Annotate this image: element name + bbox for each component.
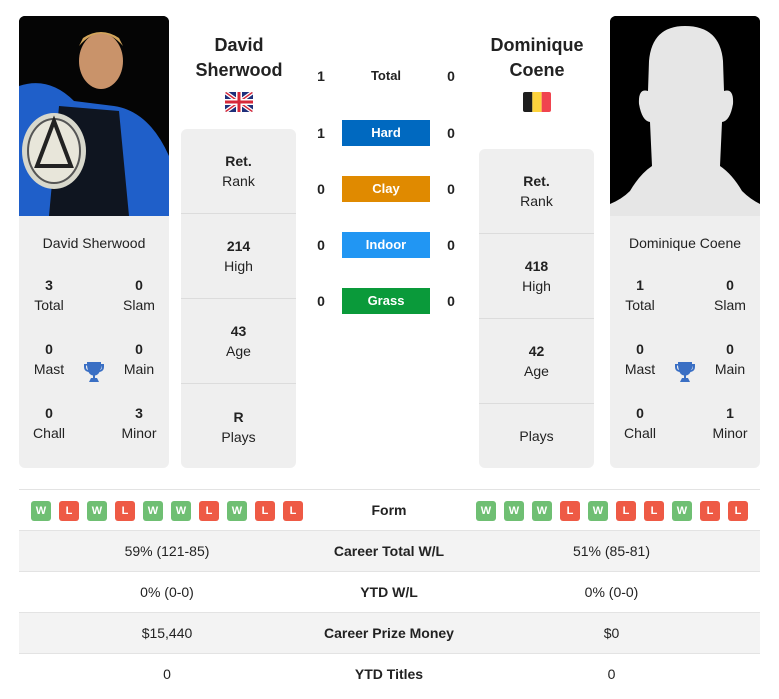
united-kingdom-flag-icon <box>225 92 253 112</box>
surface-grass-badge[interactable]: Grass <box>342 288 430 314</box>
surface-clay-badge[interactable]: Clay <box>342 176 430 202</box>
player2-rank: Ret. Rank <box>479 149 594 234</box>
player2-titles-slam: 0 Slam <box>714 277 746 313</box>
player1-form: WLWLWWLWLL <box>31 501 303 521</box>
h2h-hard-row: 1 Hard 0 <box>310 120 465 146</box>
player2-titles-chall: 0 Chall <box>624 405 656 441</box>
form-win-badge[interactable]: W <box>532 501 552 521</box>
form-row: WLWLWWLWLL Form WWWLWLLWLL <box>19 490 760 531</box>
table-row: 0% (0-0) YTD W/L 0% (0-0) <box>19 572 760 613</box>
player1-titles: 3 Total 0 Slam 0 Mast 0 Main 0 Chall 3 M… <box>19 255 169 455</box>
form-win-badge[interactable]: W <box>87 501 107 521</box>
h2h-total-row: 1 Total 0 <box>317 68 455 84</box>
form-win-badge[interactable]: W <box>504 501 524 521</box>
player1-titles-main: 0 Main <box>123 341 155 377</box>
player2-titles-mast: 0 Mast <box>624 341 656 377</box>
player1-titles-total: 3 Total <box>34 277 64 313</box>
player1-heading[interactable]: David Sherwood <box>169 33 309 83</box>
player1-titles-mast: 0 Mast <box>33 341 65 377</box>
trophy-icon <box>84 362 104 382</box>
player1-name: David Sherwood <box>42 235 146 251</box>
player1-high: 214 High <box>181 214 296 299</box>
surface-hard-badge[interactable]: Hard <box>342 120 430 146</box>
player1-titles-minor: 3 Minor <box>121 405 157 441</box>
form-label: Form <box>371 502 407 518</box>
form-loss-badge[interactable]: L <box>283 501 303 521</box>
form-win-badge[interactable]: W <box>31 501 51 521</box>
form-loss-badge[interactable]: L <box>644 501 664 521</box>
belgium-flag-icon <box>523 92 551 112</box>
player1-age: 43 Age <box>181 299 296 384</box>
player2-age: 42 Age <box>479 319 594 404</box>
form-win-badge[interactable]: W <box>476 501 496 521</box>
player2-name: Dominique Coene <box>628 235 742 251</box>
h2h-clay-row: 0 Clay 0 <box>310 176 465 202</box>
trophy-icon <box>675 362 695 382</box>
player1-card: David Sherwood 3 Total 0 Slam 0 Mast 0 M… <box>19 16 169 468</box>
h2h-indoor-row: 0 Indoor 0 <box>310 232 465 258</box>
form-win-badge[interactable]: W <box>227 501 247 521</box>
player1-titles-chall: 0 Chall <box>33 405 65 441</box>
player2-info: Ret. Rank 418 High 42 Age Plays <box>479 149 594 468</box>
table-row: 59% (121-85) Career Total W/L 51% (85-81… <box>19 531 760 572</box>
h2h-grass-row: 0 Grass 0 <box>310 288 465 314</box>
comparison-table: WLWLWWLWLL Form WWWLWLLWLL 59% (121-85) … <box>19 489 760 695</box>
form-loss-badge[interactable]: L <box>728 501 748 521</box>
form-win-badge[interactable]: W <box>171 501 191 521</box>
player2-card: Dominique Coene 1 Total 0 Slam 0 Mast 0 … <box>610 16 760 468</box>
form-loss-badge[interactable]: L <box>700 501 720 521</box>
player2-titles-total: 1 Total <box>625 277 655 313</box>
surface-indoor-badge[interactable]: Indoor <box>342 232 430 258</box>
form-loss-badge[interactable]: L <box>616 501 636 521</box>
form-win-badge[interactable]: W <box>588 501 608 521</box>
form-loss-badge[interactable]: L <box>560 501 580 521</box>
form-loss-badge[interactable]: L <box>199 501 219 521</box>
form-win-badge[interactable]: W <box>143 501 163 521</box>
player2-titles-main: 0 Main <box>714 341 746 377</box>
player2-form: WWWLWLLWLL <box>476 501 748 521</box>
table-row: $15,440 Career Prize Money $0 <box>19 613 760 654</box>
form-loss-badge[interactable]: L <box>59 501 79 521</box>
player1-photo[interactable] <box>19 16 169 216</box>
player2-plays: Plays <box>519 428 554 444</box>
form-win-badge[interactable]: W <box>672 501 692 521</box>
player1-plays: R Plays <box>221 408 256 445</box>
silhouette-icon <box>610 16 760 216</box>
player2-titles-minor: 1 Minor <box>712 405 748 441</box>
player2-titles: 1 Total 0 Slam 0 Mast 0 Main 0 Chall 1 M… <box>610 255 760 455</box>
player1-rank: Ret. Rank <box>181 129 296 214</box>
player2-high: 418 High <box>479 234 594 319</box>
player2-heading[interactable]: Dominique Coene <box>467 33 607 83</box>
table-row: 0 YTD Titles 0 <box>163 666 616 682</box>
form-loss-badge[interactable]: L <box>115 501 135 521</box>
form-loss-badge[interactable]: L <box>255 501 275 521</box>
player2-photo-placeholder[interactable] <box>610 16 760 216</box>
player1-info: Ret. Rank 214 High 43 Age R Plays <box>181 129 296 468</box>
player1-titles-slam: 0 Slam <box>123 277 155 313</box>
